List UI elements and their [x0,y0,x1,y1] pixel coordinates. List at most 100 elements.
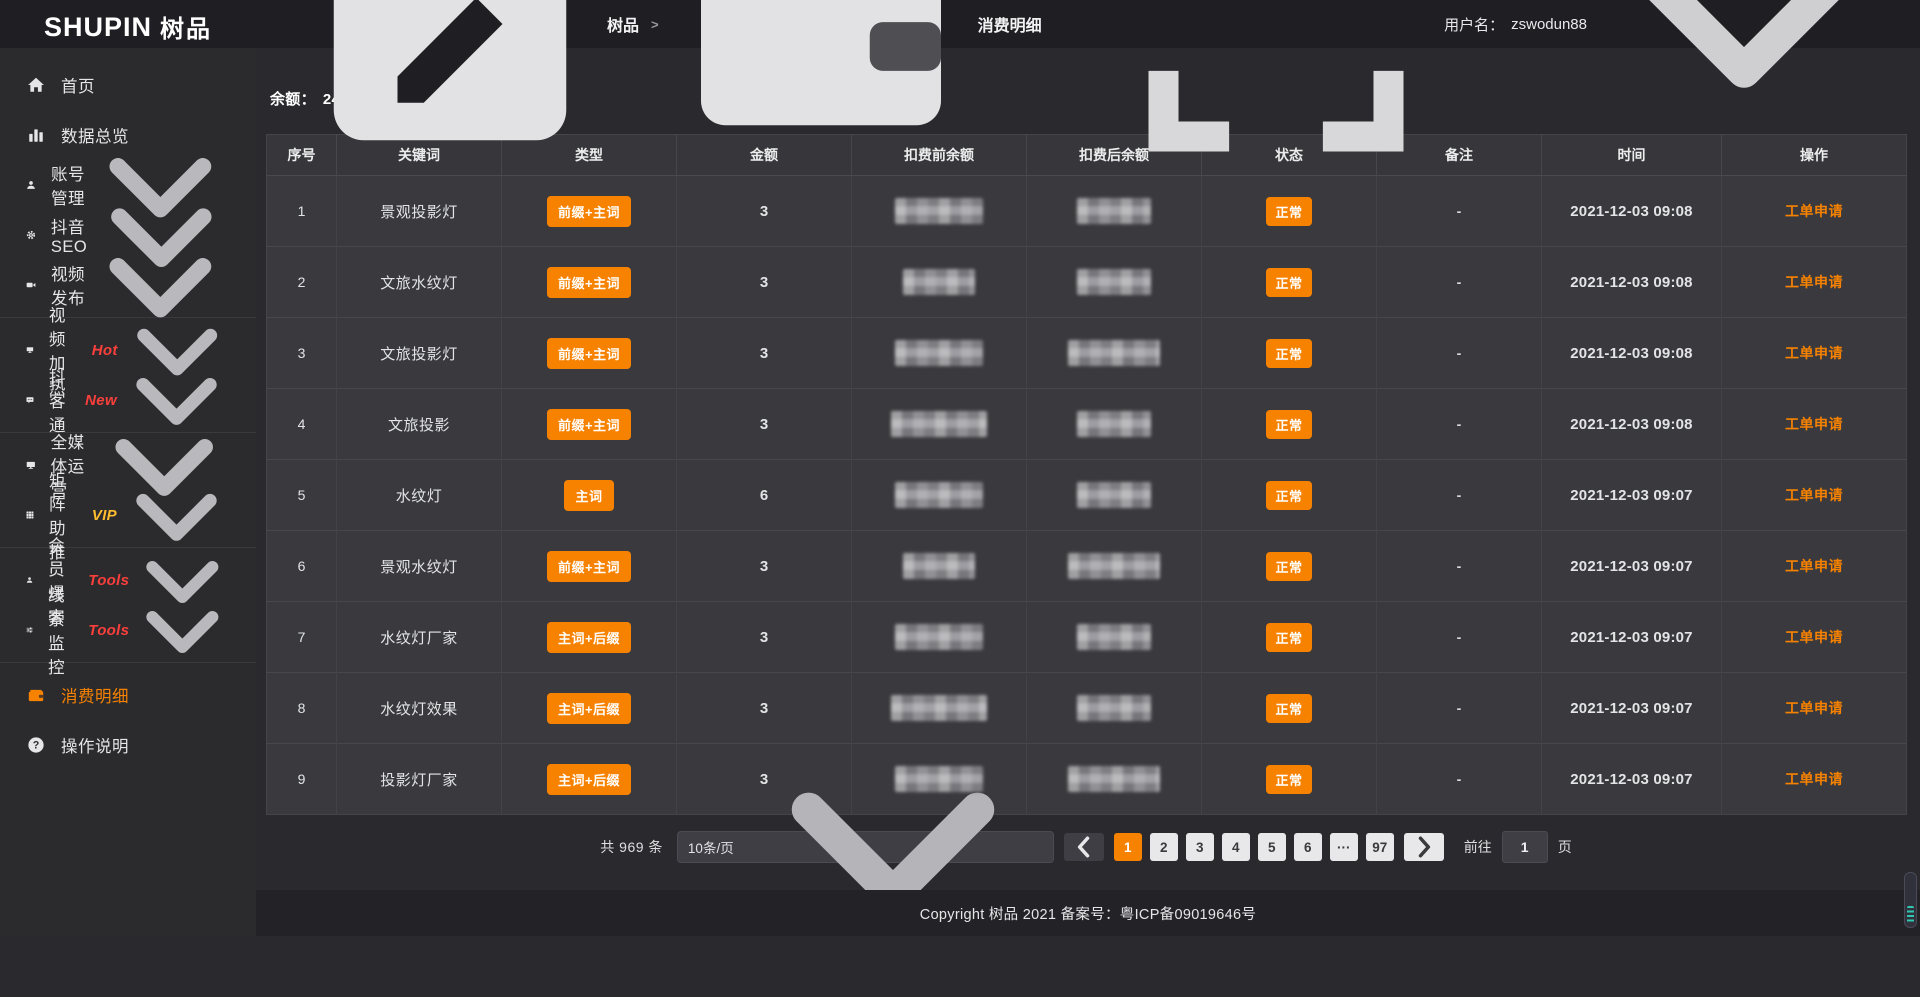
page-button-1[interactable]: 1 [1114,833,1142,861]
filter-icon [26,621,33,639]
masked-balance-before [891,695,987,721]
chart-icon [26,126,46,144]
breadcrumb-app[interactable]: 树品 [607,12,639,36]
sidebar-item-home[interactable]: 首页 [0,60,256,110]
main-content: 余额：24856.00 序号 关键词 类型 金额 扣费前余额 扣费后余额 状态 … [256,48,1920,936]
breadcrumb-current: 消费明细 [978,12,1042,36]
page-size-select[interactable]: 10条/页 [677,831,1054,863]
status-badge: 正常 [1266,552,1311,581]
more-pages-button[interactable]: ··· [1330,833,1358,861]
amount-text: 3 [760,203,768,220]
masked-balance-after [1077,695,1151,721]
row-index: 4 [298,416,306,432]
keyword-text: 文旅投影 [388,417,450,434]
masked-balance-after [1068,340,1160,366]
page-button-5[interactable]: 5 [1258,833,1286,861]
status-badge: 正常 [1266,197,1311,226]
status-badge: 正常 [1266,765,1311,794]
home-icon [26,76,46,94]
vip-tag: VIP [92,507,117,524]
row-index: 8 [298,700,306,716]
work-order-link[interactable]: 工单申请 [1785,771,1843,787]
side-widget-stripes [1907,906,1914,923]
masked-balance-before [895,482,983,508]
next-page-button[interactable] [1404,833,1444,861]
page-button-6[interactable]: 6 [1294,833,1322,861]
fullscreen-icon[interactable] [1126,0,1426,174]
remark-text: - [1457,629,1462,645]
total-count: 共 969 条 [600,837,663,857]
username: zswodun88 [1511,16,1587,33]
chevron-down-icon [129,577,236,684]
work-order-link[interactable]: 工单申请 [1785,487,1843,503]
goto-label: 前往 [1464,837,1492,857]
page-button-4[interactable]: 4 [1222,833,1250,861]
row-index: 9 [298,771,306,787]
time-text: 2021-12-03 09:08 [1570,345,1692,362]
remark-text: - [1457,274,1462,290]
work-order-link[interactable]: 工单申请 [1785,203,1843,219]
masked-balance-before [895,624,983,650]
sidebar-item-label: 抖音SEO [51,214,87,257]
row-index: 6 [298,558,306,574]
chat-icon [26,391,34,409]
user-dropdown[interactable]: 用户名：zswodun88 [1444,0,1894,174]
screen-icon [26,341,34,359]
status-badge: 正常 [1266,410,1311,439]
table-row: 7水纹灯厂家主词+后缀3正常-2021-12-03 09:07工单申请 [267,602,1907,673]
sidebar-item-lead-monitoring[interactable]: 线索监控 Tools [0,605,256,655]
chevron-down-icon [743,697,1043,997]
type-badge: 主词+后缀 [547,622,631,653]
chevron-down-icon [1594,0,1894,174]
time-text: 2021-12-03 09:07 [1570,700,1692,717]
wallet-icon [671,0,971,174]
question-icon: ? [26,736,46,754]
prev-page-button[interactable] [1064,833,1104,861]
logo-text-cn: 树品 [160,9,212,44]
sidebar-item-label: 线索监控 [48,582,72,678]
row-index: 1 [298,203,306,219]
masked-balance-after [1077,269,1151,295]
table-row: 8水纹灯效果主词+后缀3正常-2021-12-03 09:07工单申请 [267,673,1907,744]
type-badge: 前缀+主词 [547,551,631,582]
breadcrumb-separator: > [651,17,659,32]
time-text: 2021-12-03 09:07 [1570,487,1692,504]
page-button-2[interactable]: 2 [1150,833,1178,861]
logo: SHUPIN 树品 [0,0,256,48]
amount-text: 3 [760,416,768,433]
work-order-link[interactable]: 工单申请 [1785,345,1843,361]
masked-balance-before [895,766,983,792]
time-text: 2021-12-03 09:08 [1570,274,1692,291]
page-button-97[interactable]: 97 [1366,833,1394,861]
type-badge: 主词+后缀 [547,693,631,724]
goto-page-input[interactable] [1502,831,1548,863]
keyword-text: 水纹灯效果 [380,701,458,718]
sidebar-item-label: 首页 [61,73,95,97]
work-order-link[interactable]: 工单申请 [1785,700,1843,716]
copyright-text: Copyright 树品 2021 备案号：粤ICP备09019646号 [920,903,1256,924]
amount-text: 6 [760,487,768,504]
side-widget[interactable] [1904,872,1917,928]
hot-tag: Hot [92,342,118,359]
masked-balance-before [903,553,975,579]
sidebar-item-operation-guide[interactable]: ? 操作说明 [0,720,256,770]
work-order-link[interactable]: 工单申请 [1785,558,1843,574]
masked-balance-after [1077,411,1151,437]
status-badge: 正常 [1266,268,1311,297]
monitor-icon [26,456,36,474]
page-button-3[interactable]: 3 [1186,833,1214,861]
app-icon [300,0,600,174]
goto-suffix: 页 [1558,837,1572,857]
work-order-link[interactable]: 工单申请 [1785,416,1843,432]
video-icon [26,276,36,294]
work-order-link[interactable]: 工单申请 [1785,274,1843,290]
time-text: 2021-12-03 09:08 [1570,416,1692,433]
breadcrumb: 树品 > 消费明细 [300,0,1042,174]
topbar: SHUPIN 树品 树品 > 消费明细 用户名：zswodun88 [0,0,1920,48]
sidebar-menu: 首页 数据总览 账号管理 抖音SEO 视频发布 视频加热 Hot 抖客通 New [0,60,256,770]
time-text: 2021-12-03 09:08 [1570,203,1692,220]
status-badge: 正常 [1266,694,1311,723]
work-order-link[interactable]: 工单申请 [1785,629,1843,645]
table-row: 5水纹灯主词6正常-2021-12-03 09:07工单申请 [267,460,1907,531]
keyword-text: 文旅水纹灯 [380,275,458,292]
